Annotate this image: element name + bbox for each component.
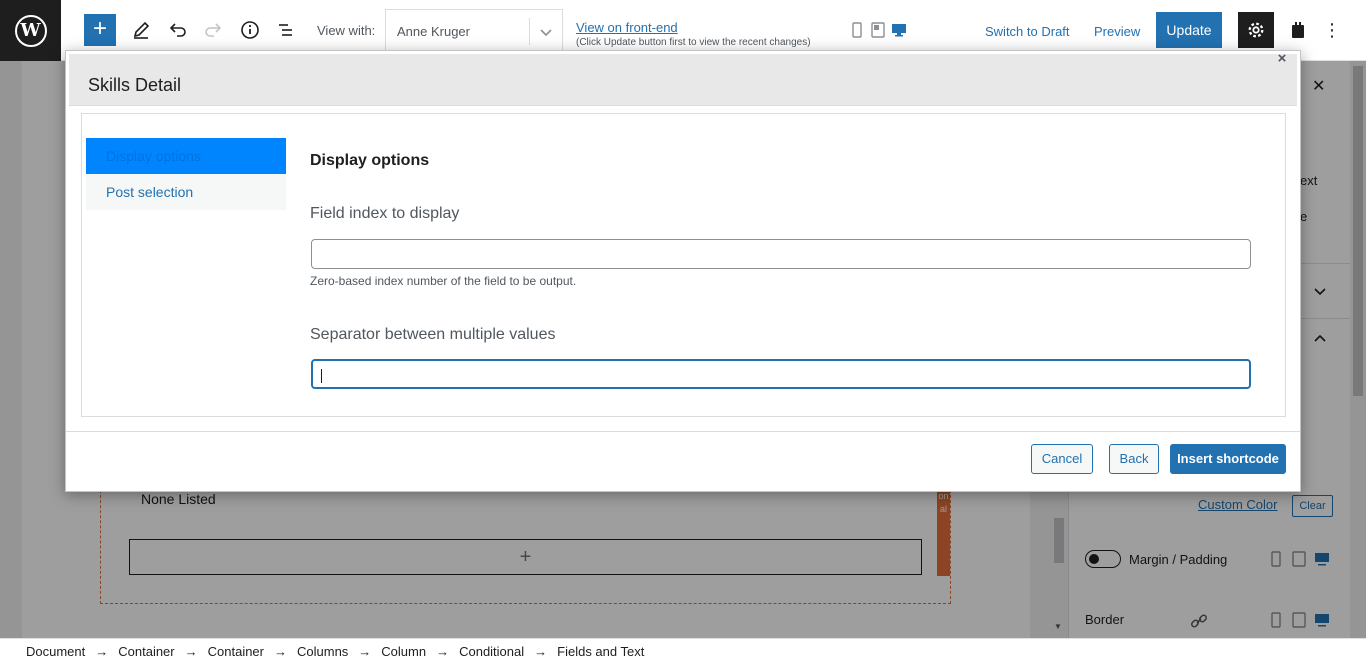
separator-label: Separator between multiple values (310, 326, 556, 343)
breadcrumb-separator: → (184, 643, 198, 659)
breadcrumb-item[interactable]: Conditional (459, 644, 524, 659)
breadcrumb-separator: → (534, 643, 548, 659)
close-icon[interactable]: × (1275, 51, 1289, 66)
tab-display-options[interactable]: Display options (86, 138, 286, 174)
wordpress-logo[interactable]: W (0, 0, 61, 61)
breadcrumb-separator: → (436, 643, 450, 659)
text-caret (321, 369, 322, 383)
field-index-help: Zero-based index number of the field to … (310, 274, 577, 288)
modal-title: Skills Detail (88, 75, 182, 95)
breadcrumb-separator: → (358, 643, 372, 659)
modal-body: Display options Post selection Display o… (81, 113, 1286, 417)
breadcrumb-item[interactable]: Container (208, 644, 264, 659)
modal-header: Skills Detail (69, 54, 1297, 106)
block-breadcrumb: Document → Container → Container → Colum… (0, 638, 1366, 663)
tab-post-selection[interactable]: Post selection (86, 174, 286, 210)
separator-input[interactable] (311, 359, 1251, 389)
breadcrumb-separator: → (274, 643, 287, 659)
field-index-label: Field index to display (310, 205, 460, 222)
breadcrumb-item[interactable]: Document (26, 644, 85, 659)
field-index-input[interactable] (311, 239, 1251, 269)
wordpress-icon: W (14, 14, 47, 47)
breadcrumb-separator: → (95, 643, 109, 659)
breadcrumb-item[interactable]: Column (381, 644, 426, 659)
modal-tabs: Display options Post selection (86, 138, 286, 210)
cancel-button[interactable]: Cancel (1031, 444, 1093, 474)
breadcrumb-item[interactable]: Fields and Text (557, 644, 644, 659)
skills-detail-modal: Skills Detail × Display options Post sel… (65, 50, 1301, 492)
modal-footer-divider (66, 431, 1300, 432)
back-button[interactable]: Back (1109, 444, 1159, 474)
breadcrumb-item[interactable]: Columns (297, 644, 348, 659)
insert-shortcode-button[interactable]: Insert shortcode (1170, 444, 1286, 474)
panel-heading: Display options (310, 152, 430, 169)
breadcrumb-item[interactable]: Container (118, 644, 174, 659)
